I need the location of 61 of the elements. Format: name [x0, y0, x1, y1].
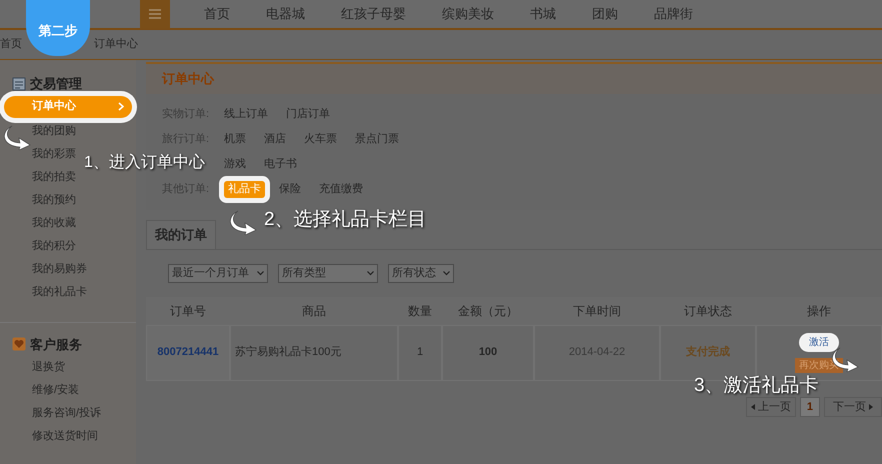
category-link[interactable]: 火车票 [304, 131, 337, 148]
nav-link[interactable]: 电器城 [248, 4, 323, 24]
nav-link[interactable]: 红孩子母婴 [323, 4, 424, 24]
caret-icon [443, 270, 450, 276]
filter-dropdown[interactable]: 最近一个月订单 [168, 264, 268, 282]
table-cell: 苏宁易购礼品卡100元 [230, 324, 398, 380]
menu-icon[interactable] [149, 9, 161, 19]
category-link[interactable]: 礼品卡 [224, 181, 265, 198]
activate-link[interactable]: 激活 [799, 332, 839, 352]
chevron-right-icon [118, 102, 124, 111]
table-cell: 100 [442, 324, 534, 380]
triangle-left-icon [750, 404, 755, 410]
sidebar-item[interactable]: 我的团购 [32, 122, 76, 140]
filter-dropdown[interactable]: 所有类型 [278, 264, 378, 282]
caret-icon [367, 270, 374, 276]
category-link[interactable]: 酒店 [264, 131, 286, 148]
sidebar-item[interactable]: 我的积分 [32, 238, 76, 254]
table-cell: 1 [398, 324, 442, 380]
nav-link[interactable]: 书城 [512, 4, 574, 24]
category-link[interactable]: 门店订单 [286, 106, 330, 123]
category-link[interactable]: 机票 [224, 131, 246, 148]
sidebar-item[interactable]: 修改送货时间 [32, 428, 98, 445]
sidebar-item[interactable]: 我的易购券 [32, 260, 87, 278]
curved-arrow-icon [2, 124, 32, 150]
curved-arrow-icon [228, 208, 258, 234]
form-icon [12, 76, 26, 91]
caret-icon [257, 270, 264, 276]
step-annotation: 2、选择礼品卡栏目 [264, 208, 427, 232]
sidebar-item[interactable]: 我的预约 [32, 192, 76, 208]
category-link[interactable]: 景点门票 [355, 131, 399, 148]
nav-link[interactable]: 品牌街 [636, 4, 711, 24]
category-link[interactable]: 充值缴费 [319, 181, 363, 198]
heart-icon [12, 337, 26, 352]
category-link[interactable]: 电子书 [264, 156, 297, 173]
sidebar-item[interactable]: 退换货 [32, 359, 65, 376]
next-page-button[interactable]: 下一页 [824, 396, 882, 417]
panel-title: 订单中心 [162, 70, 214, 88]
orders-tab[interactable]: 我的订单 [146, 220, 216, 248]
curved-arrow-icon [830, 346, 860, 372]
category-link[interactable]: 游戏 [224, 156, 246, 173]
section-title: 交易管理 [30, 75, 82, 93]
category-link[interactable]: 保险 [279, 181, 301, 198]
sidebar-item[interactable]: 维修/安装 [32, 382, 80, 399]
nav-link[interactable]: 缤购美妆 [424, 4, 512, 24]
step-annotation: 1、进入订单中心 [84, 152, 205, 173]
section-title: 客户服务 [30, 336, 82, 354]
previous-page-button[interactable]: 上一页 [746, 396, 796, 417]
nav-link[interactable]: 团购 [574, 4, 636, 24]
sidebar-item[interactable]: 我的礼品卡 [32, 284, 87, 300]
sidebar-item[interactable]: 订单中心 [4, 96, 132, 118]
sidebar-item[interactable]: 服务咨询/投诉 [32, 405, 102, 422]
page-button[interactable]: 1 [800, 396, 820, 417]
step-badge: 第二步 [26, 0, 90, 56]
nav-link[interactable]: 首页 [186, 4, 248, 24]
triangle-right-icon [869, 404, 873, 410]
filter-dropdown[interactable]: 所有状态 [388, 264, 454, 282]
sidebar-item[interactable]: 我的收藏 [32, 214, 76, 232]
sidebar-item[interactable]: 我的拍卖 [32, 168, 76, 186]
sidebar-item[interactable]: 我的彩票 [32, 146, 76, 162]
breadcrumb-link[interactable]: 首页 [0, 36, 22, 53]
category-link[interactable]: 线上订单 [224, 106, 268, 123]
